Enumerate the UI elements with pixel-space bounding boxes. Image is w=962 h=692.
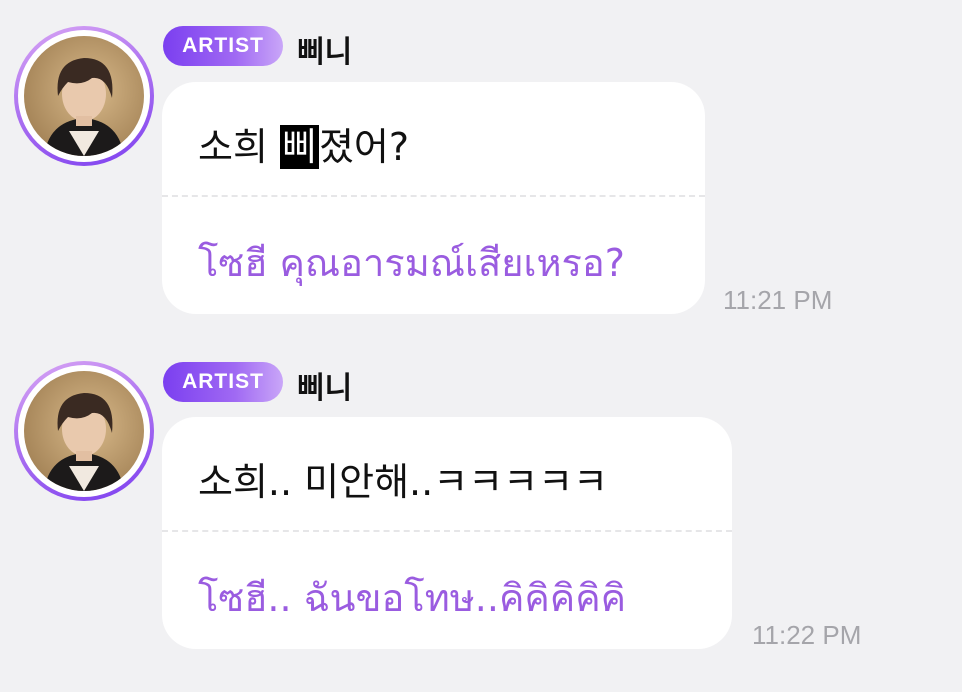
translation-divider [162, 530, 732, 532]
translation-text: โซฮี.. ฉันขอโทษ..คิคิคิคิคิ [198, 576, 627, 620]
avatar-photo-icon [24, 371, 144, 491]
message-bubble[interactable]: 소희 삐졌어? โซฮี คุณอารมณ์เสียเหรอ? [162, 82, 705, 314]
sender-name[interactable]: 삐니 [297, 27, 352, 71]
avatar[interactable] [14, 26, 154, 166]
translation-divider [162, 195, 705, 197]
sender-name[interactable]: 삐니 [297, 363, 352, 407]
avatar-border [18, 30, 150, 162]
original-text: 소희 삐졌어? [198, 116, 409, 171]
message-bubble[interactable]: 소희.. 미안해..ㅋㅋㅋㅋㅋ โซฮี.. ฉันขอโทษ..คิคิคิค… [162, 417, 732, 649]
avatar[interactable] [14, 361, 154, 501]
avatar-photo-icon [24, 36, 144, 156]
original-text-start: 소희 [198, 125, 280, 169]
translation-text: โซฮี คุณอารมณ์เสียเหรอ? [198, 241, 625, 285]
original-text: 소희.. 미안해..ㅋㅋㅋㅋㅋ [198, 451, 608, 506]
timestamp: 11:22 PM [752, 620, 862, 650]
original-text-start: 소희.. 미안해..ㅋㅋㅋㅋㅋ [198, 460, 608, 504]
original-text-end: 졌어? [318, 125, 410, 169]
artist-badge: ARTIST [163, 26, 283, 66]
timestamp: 11:21 PM [723, 285, 833, 315]
highlighted-character: 삐 [280, 125, 319, 169]
avatar-border [18, 365, 150, 497]
artist-badge: ARTIST [163, 362, 283, 402]
